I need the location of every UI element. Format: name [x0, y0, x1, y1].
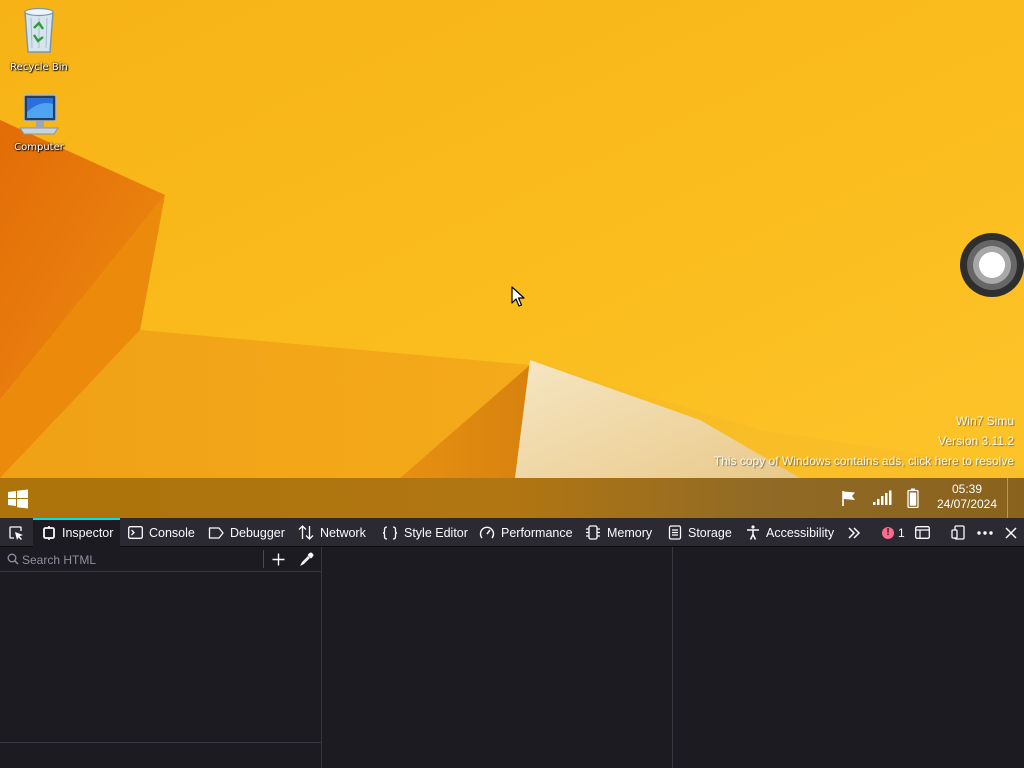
more-options-icon [977, 530, 993, 535]
watermark-version: Version 3.11.2 [938, 434, 1014, 448]
responsive-design-mode-button[interactable] [945, 518, 971, 547]
devtools-menu-button[interactable] [972, 518, 998, 547]
performance-icon [479, 526, 495, 538]
desktop[interactable]: Recycle Bin Computer Win7 Simu Version 3… [0, 0, 1024, 478]
tab-label: Console [149, 525, 195, 540]
desktop-icon-label: Recycle Bin [10, 62, 68, 73]
tab-label: Style Editor [404, 525, 468, 540]
search-bar [0, 547, 322, 572]
tab-debugger[interactable]: Debugger [208, 518, 285, 547]
close-icon [1005, 526, 1017, 539]
network-icon [298, 525, 314, 540]
tab-label: Memory [607, 525, 653, 540]
tab-style-editor[interactable]: Style Editor [382, 518, 468, 547]
recycle-bin-icon [24, 7, 54, 53]
tab-console[interactable]: Console [128, 518, 195, 547]
inspector-icon [43, 525, 55, 540]
breadcrumb [0, 742, 322, 768]
tab-label: Network [320, 525, 366, 540]
action-center-flag-icon [842, 491, 855, 506]
activation-watermark[interactable]: Win7 Simu Version 3.11.2 This copy of Wi… [714, 411, 1014, 471]
memory-icon [586, 525, 600, 540]
accessibility-icon [747, 525, 759, 540]
tab-label: Performance [501, 525, 573, 540]
eyedropper-icon[interactable] [300, 552, 314, 566]
add-node-icon[interactable] [272, 553, 285, 566]
responsive-mode-icon [950, 525, 965, 540]
tab-label: Storage [688, 525, 732, 540]
watermark-ad-notice[interactable]: This copy of Windows contains ads, click… [714, 451, 1014, 471]
element-picker-icon [9, 525, 23, 540]
storage-icon [668, 525, 682, 540]
tab-inspector[interactable]: Inspector [33, 518, 120, 547]
taskbar: 05:39 24/07/2024 [0, 478, 1024, 518]
pick-element-button[interactable] [3, 518, 29, 547]
tab-label: Inspector [62, 525, 114, 540]
assistive-touch-icon[interactable] [960, 233, 1024, 297]
error-count-badge[interactable]: ! 1 [882, 518, 905, 547]
signal-strength-icon [873, 490, 892, 505]
watermark-product: Win7 Simu [955, 414, 1014, 428]
show-desktop-button[interactable] [1007, 478, 1024, 518]
clock-time: 05:39 [951, 482, 983, 496]
rules-pane [323, 547, 673, 768]
desktop-icon-label: Computer [14, 142, 64, 153]
tab-storage[interactable]: Storage [668, 518, 732, 547]
desktop-icon-recycle-bin[interactable]: Recycle Bin [4, 4, 74, 73]
tab-network[interactable]: Network [298, 518, 366, 547]
error-icon: ! [882, 526, 894, 539]
search-html-input[interactable] [22, 551, 260, 568]
computer-icon [19, 94, 59, 135]
split-console-button[interactable] [909, 518, 935, 547]
clock-date: 24/07/2024 [936, 497, 998, 511]
close-devtools-button[interactable] [998, 518, 1024, 547]
taskbar-clock[interactable]: 05:39 24/07/2024 [928, 482, 1006, 512]
battery-icon [907, 488, 919, 508]
tab-accessibility[interactable]: Accessibility [746, 518, 834, 547]
wallpaper [0, 0, 1024, 478]
devtools-panel: Inspector Console Debugger Network Style… [0, 518, 1024, 768]
markup-view[interactable] [0, 547, 322, 768]
more-tabs-button[interactable] [841, 518, 867, 547]
split-console-icon [914, 526, 930, 539]
tray-battery[interactable] [901, 478, 925, 518]
tab-label: Debugger [230, 525, 285, 540]
mouse-pointer-icon [511, 286, 525, 307]
debugger-icon [208, 526, 224, 539]
layout-pane [674, 547, 1024, 768]
style-editor-icon [382, 525, 398, 540]
divider [263, 550, 264, 568]
search-icon [7, 553, 19, 565]
desktop-icon-computer[interactable]: Computer [4, 92, 74, 153]
chevron-double-right-icon [848, 526, 861, 539]
error-count: 1 [898, 525, 905, 540]
tray-action-center[interactable] [836, 478, 862, 518]
tab-performance[interactable]: Performance [479, 518, 573, 547]
devtools-toolbar: Inspector Console Debugger Network Style… [0, 518, 1024, 547]
tab-label: Accessibility [766, 525, 835, 540]
windows-logo-icon[interactable] [6, 488, 30, 510]
tray-network[interactable] [869, 478, 895, 518]
console-icon [128, 526, 143, 539]
tab-memory[interactable]: Memory [585, 518, 652, 547]
